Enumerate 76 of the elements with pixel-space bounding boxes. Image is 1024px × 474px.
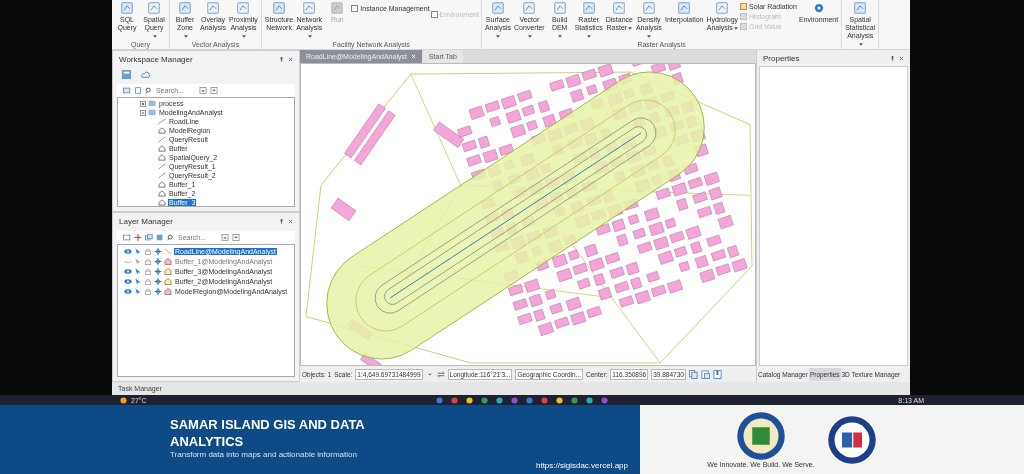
swap-icon[interactable] xyxy=(436,370,445,378)
eye-icon[interactable] xyxy=(124,277,132,285)
caret-icon xyxy=(241,35,246,38)
tool-icon xyxy=(273,2,286,14)
caret-icon xyxy=(558,35,563,38)
up-arrow-icon[interactable] xyxy=(221,234,229,241)
up-arrow-icon[interactable] xyxy=(199,87,207,94)
save-icon[interactable] xyxy=(156,234,164,241)
tool-icon xyxy=(121,2,133,14)
pin-icon[interactable] xyxy=(279,218,284,224)
bookmark-icon[interactable] xyxy=(712,369,722,379)
workspace-icon[interactable] xyxy=(121,69,132,80)
caret-icon xyxy=(858,43,863,46)
lock-icon[interactable] xyxy=(144,267,152,275)
lock-icon[interactable] xyxy=(144,287,152,295)
line-icon xyxy=(164,247,172,255)
open-icon[interactable] xyxy=(123,87,131,94)
add-icon[interactable] xyxy=(134,234,142,241)
lock-icon[interactable] xyxy=(144,247,152,255)
tool-icon xyxy=(678,2,691,14)
banner-title: SAMAR ISLAND GIS AND DATA ANALYTICS xyxy=(170,416,366,450)
search-icon[interactable] xyxy=(167,234,175,241)
document-icon[interactable] xyxy=(134,87,142,94)
caret-icon xyxy=(587,35,592,38)
banner-subtitle: Transform data into maps and actionable information xyxy=(170,450,358,459)
pin-icon[interactable] xyxy=(890,55,895,61)
copy-icon[interactable] xyxy=(688,369,698,379)
panel-title: Properties xyxy=(763,53,801,63)
caret-icon xyxy=(527,35,532,38)
lock-icon[interactable] xyxy=(144,277,152,285)
seal-icon xyxy=(736,411,786,461)
tool-icon xyxy=(582,2,595,14)
database-icon xyxy=(148,109,156,116)
caret-icon xyxy=(152,35,157,38)
down-arrow-icon[interactable] xyxy=(232,234,240,241)
eye-icon[interactable] xyxy=(124,287,132,295)
line-icon xyxy=(158,172,166,179)
caret-icon xyxy=(647,35,652,38)
panel-title: Layer Manager xyxy=(119,216,174,226)
line-icon xyxy=(158,163,166,170)
panel-title: Workspace Manager xyxy=(119,54,194,64)
snap-icon[interactable] xyxy=(154,247,162,255)
down-arrow-icon[interactable] xyxy=(210,87,218,94)
eye-icon[interactable] xyxy=(124,267,132,275)
snap-icon[interactable] xyxy=(154,287,162,295)
search-icon[interactable] xyxy=(145,87,153,94)
pin-icon[interactable] xyxy=(279,56,284,62)
close-icon[interactable] xyxy=(288,56,293,62)
sun-icon xyxy=(120,396,127,404)
paste-icon[interactable] xyxy=(700,369,710,379)
close-icon[interactable] xyxy=(899,55,904,61)
caret-icon xyxy=(183,35,188,38)
tool-icon xyxy=(179,2,191,14)
seal-icon xyxy=(826,414,877,465)
expand-icon[interactable] xyxy=(140,100,146,107)
website-link[interactable]: https://sigisdac.vercel.app xyxy=(535,461,628,470)
caret-icon xyxy=(307,35,312,38)
layers-icon[interactable] xyxy=(145,234,153,241)
cloud-icon[interactable] xyxy=(140,69,151,80)
snap-icon[interactable] xyxy=(154,257,162,265)
region-icon xyxy=(158,127,166,134)
snap-icon[interactable] xyxy=(154,277,162,285)
new-layer-icon[interactable] xyxy=(123,234,131,241)
line-icon xyxy=(158,136,166,143)
close-icon[interactable] xyxy=(288,218,293,224)
lock-icon[interactable] xyxy=(144,257,152,265)
collapse-icon[interactable] xyxy=(140,109,146,116)
snap-icon[interactable] xyxy=(154,267,162,275)
tool-icon xyxy=(854,2,867,14)
tool-icon xyxy=(491,2,504,14)
caret-icon xyxy=(628,27,633,30)
line-icon xyxy=(158,118,166,125)
caret-icon xyxy=(733,27,738,30)
caret-icon xyxy=(496,35,501,38)
eye-icon[interactable] xyxy=(124,247,132,255)
database-icon xyxy=(148,100,156,107)
